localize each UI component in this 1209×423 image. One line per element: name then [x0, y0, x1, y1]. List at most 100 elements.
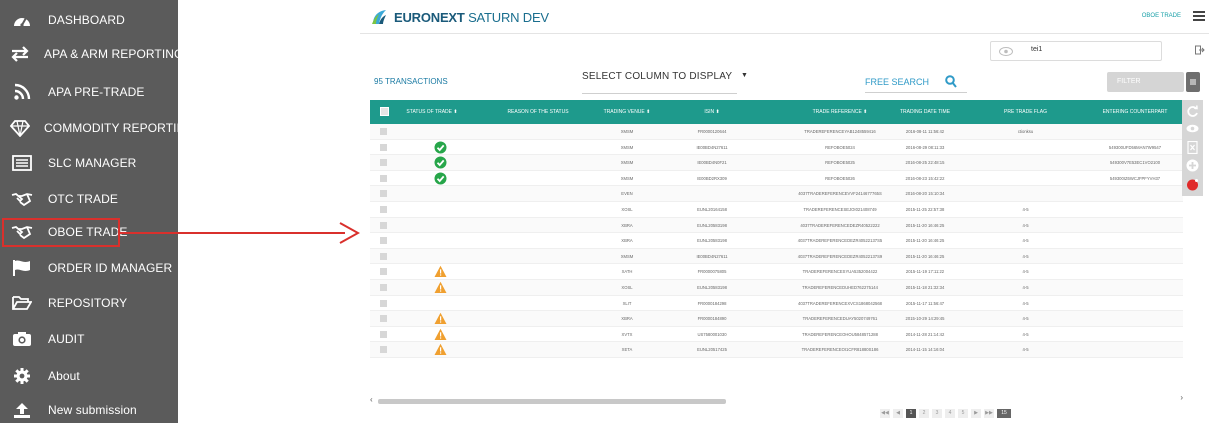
sidebar-item-apa-pre-trade[interactable]: APA PRE-TRADE: [0, 74, 178, 110]
page-number[interactable]: 4: [945, 409, 955, 418]
breadcrumb[interactable]: OBOE TRADE: [1142, 13, 1181, 19]
column-header[interactable]: PRE TRADE FLAG: [998, 100, 1053, 124]
main-panel: EURONEXT SATURN DEV OBOE TRADE tei1 95 T…: [360, 0, 1209, 423]
filter-input[interactable]: FILTER: [1107, 72, 1184, 92]
cell-flag: 4-5: [1022, 269, 1029, 275]
status-ok-icon: [434, 172, 447, 185]
search-icon[interactable]: [945, 75, 957, 89]
first-page-icon[interactable]: ◀◀: [880, 409, 890, 418]
row-checkbox[interactable]: [380, 299, 387, 307]
table-row[interactable]: EVEN 4037TRADEREFERENCEVVF2414677765S 2016…: [370, 186, 1183, 202]
cell-flag: 4-5: [1022, 316, 1029, 322]
euronext-logo[interactable]: EURONEXT SATURN DEV: [370, 8, 549, 26]
sidebar-item-commodity-reporting[interactable]: COMMODITY REPORTING: [0, 110, 178, 146]
brand-name: EURONEXT SATURN DEV: [394, 9, 549, 25]
next-page-icon[interactable]: ▶: [971, 409, 981, 418]
table-row[interactable]: XBRA FR0000184890 TRADEREFERENCEDUAY502074…: [370, 311, 1183, 327]
table-row[interactable]: XVTX US7580001030 TRADEREFERENCEOHOU584857…: [370, 327, 1183, 343]
sidebar-item-new-submission[interactable]: New submission: [0, 392, 178, 423]
logout-icon[interactable]: [1195, 45, 1205, 55]
row-checkbox[interactable]: [380, 128, 387, 135]
page-number[interactable]: 3: [932, 409, 942, 418]
cell-flag: [998, 186, 1053, 201]
row-checkbox[interactable]: [380, 205, 387, 213]
column-header[interactable]: ENTERING COUNTERPART: [1090, 100, 1180, 124]
delete-icon[interactable]: [1186, 178, 1199, 191]
row-action-bar: [1182, 100, 1203, 196]
eye-icon[interactable]: [1186, 122, 1199, 135]
page-number[interactable]: 2: [919, 409, 929, 418]
table-row[interactable]: XMSM IE00BD4N27611 4037TRADEREFERENCEDEZR4…: [370, 248, 1183, 265]
export-excel-icon[interactable]: [1186, 141, 1199, 154]
row-checkbox[interactable]: [380, 221, 387, 229]
cell-venue: XBRA: [621, 316, 633, 322]
row-checkbox[interactable]: [380, 174, 387, 182]
page-number[interactable]: 5: [958, 409, 968, 418]
row-checkbox[interactable]: [380, 283, 387, 291]
horizontal-scrollbar[interactable]: ‹ ›: [370, 393, 1183, 404]
column-header[interactable]: STATUS OF TRADE ⬍: [392, 100, 472, 124]
sidebar-item-label: OTC TRADE: [48, 192, 119, 206]
cell-datetime: 2016-08-23 15:42:22: [905, 175, 945, 181]
cell-datetime: 2016-08-20 15:10:34: [905, 191, 945, 197]
scroll-thumb[interactable]: [378, 399, 726, 404]
table-row[interactable]: XOSL EUNL20583198 TRADEREFERENCEDUHED76227…: [370, 279, 1183, 296]
identity-field[interactable]: tei1: [990, 41, 1162, 61]
row-checkbox[interactable]: [380, 159, 387, 167]
page-number[interactable]: 1: [906, 409, 916, 418]
row-checkbox[interactable]: [380, 268, 387, 276]
menu-hamburger-icon[interactable]: [1193, 11, 1205, 21]
table-row[interactable]: XBRA EUNL20583198 4037TRADEREFERENCEDEZR40…: [370, 233, 1183, 249]
row-checkbox[interactable]: [380, 315, 387, 323]
page-size-select[interactable]: 15: [997, 409, 1011, 418]
sidebar-item-audit[interactable]: AUDIT: [0, 321, 178, 357]
row-checkbox[interactable]: [380, 143, 387, 151]
prev-page-icon[interactable]: ◀: [893, 409, 903, 418]
sidebar-item-order-id-manager[interactable]: ORDER ID MANAGER: [0, 250, 178, 286]
table-row[interactable]: XMSM IE00BD2RX309 REFOBOE5026 2016-08-23 15…: [370, 171, 1183, 187]
column-header[interactable]: TRADING VENUE ⬍: [592, 100, 662, 124]
row-checkbox[interactable]: [380, 237, 387, 245]
row-checkbox[interactable]: [380, 330, 387, 338]
table-row[interactable]: XBRA EUNL20583198 4037TRADEREFERENCEDEZR40…: [370, 217, 1183, 234]
table-row[interactable]: XOSL EUNL20164158 TRADEREFERENCESEJOI02140…: [370, 202, 1183, 218]
column-header[interactable]: REASON OF THE STATUS: [488, 100, 588, 124]
sidebar-item-apa-arm-reporting[interactable]: APA & ARM REPORTING: [0, 36, 178, 72]
row-checkbox[interactable]: [380, 346, 387, 354]
free-search-input[interactable]: FREE SEARCH: [865, 73, 967, 93]
status-warning-icon: [434, 312, 447, 325]
table-row[interactable]: XMSM IE00BD4N0F21 REFOBOE5025 2016-08-25 22…: [370, 155, 1183, 171]
cell-venue: XATH: [621, 269, 633, 275]
filter-list-button[interactable]: [1186, 72, 1200, 92]
scroll-left-icon[interactable]: ‹: [370, 395, 373, 404]
cell-venue: XBRA: [621, 238, 633, 244]
table-row[interactable]: XMSM FR0000120644 TRADEREFERENCEYAB1248559…: [370, 124, 1183, 140]
sidebar-item-repository[interactable]: REPOSITORY: [0, 285, 178, 321]
rss-feed-icon: [10, 82, 34, 102]
row-checkbox[interactable]: [380, 190, 387, 198]
cell-datetime: 2015-11-17 11:56:47: [905, 300, 945, 306]
sidebar-item-otc-trade[interactable]: OTC TRADE: [0, 181, 178, 217]
cell-flag: ctionksu: [1017, 129, 1034, 134]
table-row[interactable]: XATH FR0000075805 TRADEREFERENCESYUA535200…: [370, 264, 1183, 280]
sidebar-item-dashboard[interactable]: DASHBOARD: [0, 2, 178, 38]
sidebar-item-slc-manager[interactable]: SLC MANAGER: [0, 145, 178, 181]
column-header[interactable]: TRADING DATE TIME: [885, 100, 965, 124]
last-page-icon[interactable]: ▶▶: [984, 409, 994, 418]
table-header: STATUS OF TRADE ⬍ REASON OF THE STATUS TRA…: [370, 100, 1183, 124]
table-row[interactable]: XETA EUNL20517425 TRADEREFERENCEOI1CFR8188…: [370, 342, 1183, 358]
cell-counterpart: 549300UFD56MAN7W9547: [1108, 144, 1162, 150]
sidebar-item-about[interactable]: About: [0, 358, 178, 394]
add-icon[interactable]: [1186, 159, 1199, 172]
refresh-icon[interactable]: [1186, 105, 1199, 118]
scroll-right-icon[interactable]: ›: [1180, 393, 1183, 402]
table-row[interactable]: XMSM IE00BD4N27611 REFOBOE5024 2016-08-29 0…: [370, 140, 1183, 156]
caret-down-icon: ▼: [741, 72, 749, 79]
select-all-checkbox[interactable]: [380, 107, 389, 116]
column-select-dropdown[interactable]: SELECT COLUMN TO DISPLAY ▼: [582, 71, 748, 82]
table-row[interactable]: XLIT FR0000184298 4037TRADEREFERENCEXVCS18…: [370, 296, 1183, 312]
row-checkbox[interactable]: [380, 252, 387, 260]
cell-venue: XOSL: [621, 284, 633, 290]
column-header[interactable]: ISIN ⬍: [682, 100, 742, 124]
cell-venue: XMSM: [620, 144, 634, 150]
